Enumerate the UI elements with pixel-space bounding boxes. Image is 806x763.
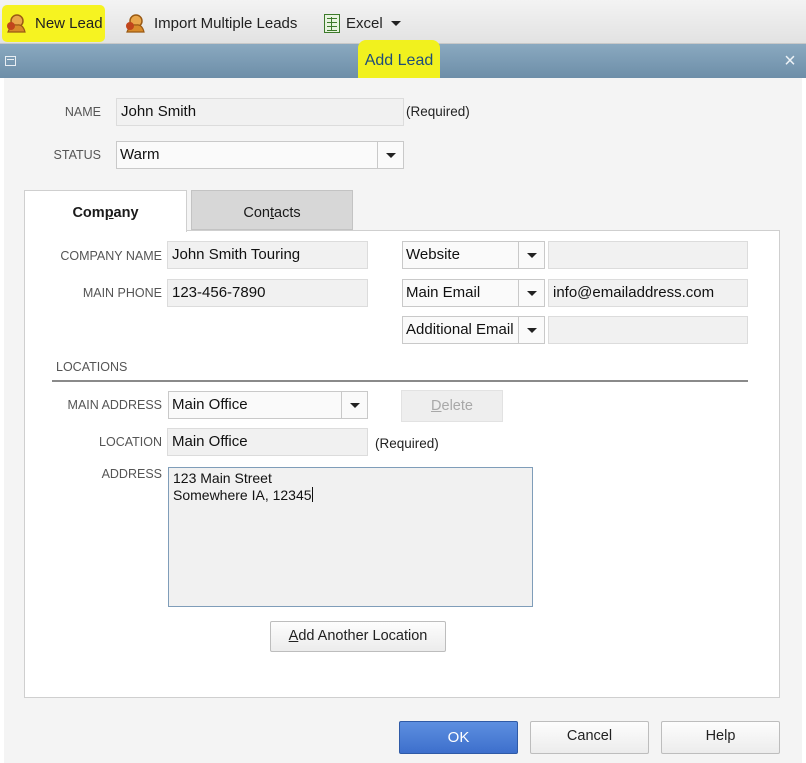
address-line-1: 123 Main Street — [173, 470, 272, 486]
tab-company-key: p — [104, 205, 114, 221]
tab-company-pre: Com — [72, 205, 105, 221]
add-another-location-button[interactable]: Add Another Location — [270, 621, 446, 652]
contact-type-value-1: Website — [406, 246, 460, 263]
name-required-note: (Required) — [406, 104, 470, 119]
locations-section-label: LOCATIONS — [56, 360, 128, 374]
ok-button[interactable]: OK — [399, 721, 518, 754]
import-leads-button[interactable]: Import Multiple Leads — [124, 8, 297, 38]
location-required-note: (Required) — [375, 436, 439, 451]
excel-label: Excel — [346, 14, 383, 32]
new-lead-label: New Lead — [35, 14, 103, 32]
delete-key: D — [431, 398, 442, 414]
tab-contacts-pre: Con — [243, 205, 270, 221]
address-label: ADDRESS — [101, 467, 162, 481]
text-cursor — [311, 487, 313, 502]
main-address-label: MAIN ADDRESS — [67, 398, 162, 412]
address-line-2-text: Somewhere IA, 12345 — [173, 487, 312, 503]
cancel-button[interactable]: Cancel — [530, 721, 649, 754]
name-label: NAME — [64, 105, 101, 119]
name-field[interactable]: John Smith — [116, 98, 404, 126]
location-field[interactable]: Main Office — [167, 428, 368, 456]
help-button[interactable]: Help — [661, 721, 780, 754]
close-icon[interactable]: × — [780, 49, 800, 73]
main-address-value: Main Office — [172, 396, 248, 413]
company-name-field[interactable]: John Smith Touring — [167, 241, 368, 269]
company-name-label: COMPANY NAME — [60, 249, 162, 263]
status-label: STATUS — [53, 148, 101, 162]
tab-contacts-post: acts — [274, 205, 301, 221]
chevron-down-icon[interactable] — [518, 280, 544, 306]
add-another-label: dd Another Location — [298, 628, 428, 644]
tab-contacts[interactable]: Contacts — [191, 190, 353, 230]
chevron-down-icon[interactable] — [518, 242, 544, 268]
address-line-2: Somewhere IA, 12345 — [173, 487, 528, 504]
status-select[interactable]: Warm — [116, 141, 404, 169]
contact-type-value-2: Main Email — [406, 284, 481, 301]
import-leads-icon — [126, 14, 145, 33]
lead-icon — [7, 14, 26, 33]
chevron-down-icon[interactable] — [377, 142, 403, 168]
tab-company[interactable]: Company — [24, 190, 187, 232]
main-email-field[interactable]: info@emailaddress.com — [548, 279, 748, 307]
contact-type-select-1[interactable]: Website — [402, 241, 545, 269]
add-another-key: A — [288, 628, 299, 644]
chevron-down-icon[interactable] — [341, 392, 367, 418]
system-menu-icon[interactable] — [5, 56, 16, 66]
main-phone-field[interactable]: 123-456-7890 — [167, 279, 368, 307]
excel-menu-button[interactable]: Excel — [324, 8, 401, 38]
website-field[interactable] — [548, 241, 748, 269]
contact-type-value-3: Additional Email — [406, 321, 514, 338]
tab-company-post: any — [113, 205, 139, 221]
toolbar: New Lead Import Multiple Leads Excel — [0, 0, 806, 44]
dialog-title: Add Lead — [364, 52, 434, 69]
main-phone-label: MAIN PHONE — [82, 286, 162, 300]
chevron-down-icon — [390, 20, 401, 26]
locations-divider — [52, 380, 748, 382]
import-leads-label: Import Multiple Leads — [154, 14, 298, 32]
additional-email-field[interactable] — [548, 316, 748, 344]
contact-type-select-2[interactable]: Main Email — [402, 279, 545, 307]
status-value: Warm — [120, 146, 160, 163]
chevron-down-icon[interactable] — [518, 317, 544, 343]
main-address-select[interactable]: Main Office — [168, 391, 368, 419]
location-label: LOCATION — [99, 435, 162, 449]
address-textarea[interactable]: 123 Main Street Somewhere IA, 12345 — [168, 467, 533, 607]
new-lead-button[interactable]: New Lead — [5, 8, 103, 38]
delete-label: elete — [441, 398, 473, 414]
delete-location-button[interactable]: Delete — [401, 390, 503, 422]
excel-icon — [324, 13, 340, 33]
contact-type-select-3[interactable]: Additional Email — [402, 316, 545, 344]
